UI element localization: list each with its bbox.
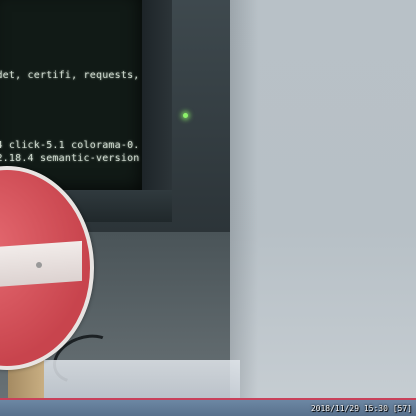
- terminal-line: s-2.18.4 semantic-version: [0, 153, 140, 164]
- monitor-screen: o) ardet, certifi, requests, 0.4 click-5…: [0, 0, 142, 190]
- terminal-line: 0.4 click-5.1 colorama-0.: [0, 140, 140, 151]
- bubble-wrap: [40, 360, 240, 400]
- photo-scene: o) ardet, certifi, requests, 0.4 click-5…: [0, 0, 416, 416]
- monitor-side: [142, 0, 172, 222]
- tray-edge: [0, 398, 416, 400]
- timestamp: 2018/11/29 15:30 [57]: [310, 404, 412, 413]
- sign-screw: [36, 262, 42, 268]
- terminal-line: ardet, certifi, requests,: [0, 70, 140, 81]
- power-led: [183, 113, 188, 118]
